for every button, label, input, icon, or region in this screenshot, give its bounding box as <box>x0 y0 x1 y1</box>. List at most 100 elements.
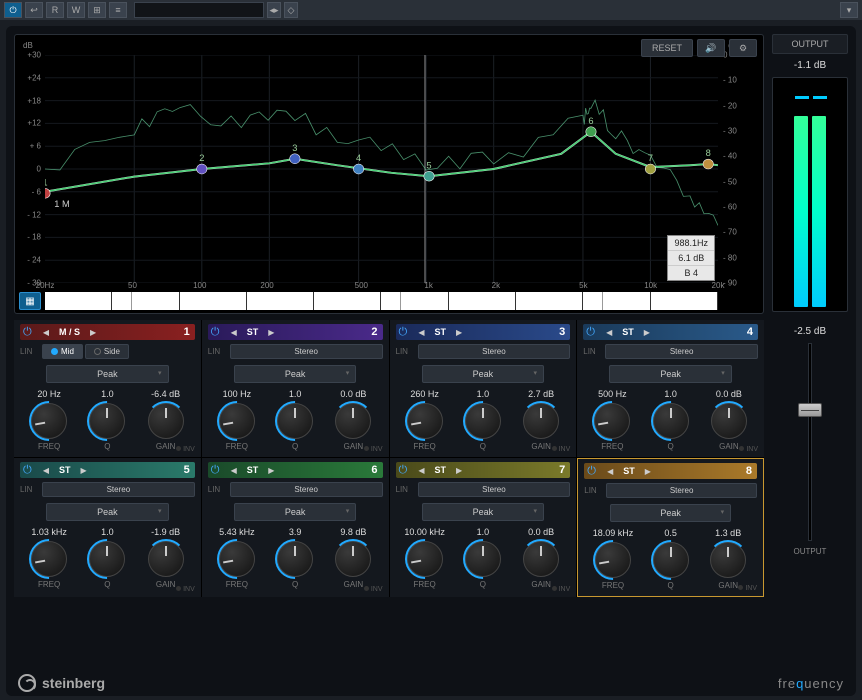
gain-value[interactable]: 9.8 dB <box>324 527 382 537</box>
gain-value[interactable]: -6.4 dB <box>137 389 195 399</box>
write-button[interactable]: W <box>67 2 85 18</box>
slider-thumb[interactable] <box>798 403 822 417</box>
lin-button[interactable]: LIN <box>396 347 416 356</box>
mode-next-button[interactable]: ▶ <box>643 467 653 476</box>
gain-knob[interactable] <box>711 403 747 439</box>
menu-button[interactable]: ≡ <box>109 2 127 18</box>
q-knob[interactable] <box>465 541 501 577</box>
power-button[interactable]: ⏻ <box>4 2 22 18</box>
mode-prev-button[interactable]: ◀ <box>41 328 51 337</box>
freq-value[interactable]: 1.03 kHz <box>20 527 78 537</box>
freq-value[interactable]: 10.00 kHz <box>396 527 454 537</box>
settings-button[interactable]: ⚙ <box>729 39 757 57</box>
mode-prev-button[interactable]: ◀ <box>604 328 614 337</box>
mode-next-button[interactable]: ▶ <box>642 328 652 337</box>
band-power-button[interactable]: ⏻ <box>399 325 413 339</box>
stereo-button[interactable]: Stereo <box>605 344 758 359</box>
gain-value[interactable]: 0.0 dB <box>700 389 758 399</box>
gain-knob[interactable] <box>523 403 559 439</box>
filter-type-select[interactable]: Peak <box>234 365 356 383</box>
close-button[interactable]: ▾ <box>840 2 858 18</box>
undo-button[interactable]: ↩ <box>25 2 43 18</box>
q-value[interactable]: 1.0 <box>266 389 324 399</box>
mode-prev-button[interactable]: ◀ <box>605 467 615 476</box>
stereo-button[interactable]: Stereo <box>230 482 383 497</box>
inv-button[interactable]: INV <box>550 446 571 453</box>
freq-knob[interactable] <box>594 403 630 439</box>
keyboard-toggle[interactable]: ▦ <box>19 292 41 310</box>
mode-prev-button[interactable]: ◀ <box>417 328 427 337</box>
stereo-button[interactable]: Stereo <box>42 482 195 497</box>
spectrum-display[interactable]: RESET 🔊 ⚙ dB +30+24+18+12+ 60- 6- 12- 18… <box>14 34 764 314</box>
filter-type-select[interactable]: Peak <box>610 504 731 522</box>
output-gain-value[interactable]: -2.5 dB <box>772 320 848 343</box>
mode-next-button[interactable]: ▶ <box>454 466 464 475</box>
side-button[interactable]: Side <box>85 344 129 359</box>
preset-select[interactable] <box>134 2 264 18</box>
freq-knob[interactable] <box>407 403 443 439</box>
mode-next-button[interactable]: ▶ <box>454 328 464 337</box>
ab-button[interactable]: ⊞ <box>88 2 106 18</box>
freq-knob[interactable] <box>31 403 67 439</box>
inv-button[interactable]: INV <box>737 446 758 453</box>
mode-prev-button[interactable]: ◀ <box>41 466 51 475</box>
band-power-button[interactable]: ⏻ <box>211 463 225 477</box>
q-value[interactable]: 1.0 <box>454 389 512 399</box>
inv-button[interactable]: INV <box>362 446 383 453</box>
output-gain-slider[interactable] <box>808 343 812 541</box>
gain-knob[interactable] <box>523 541 559 577</box>
stereo-button[interactable]: Stereo <box>418 344 571 359</box>
freq-knob[interactable] <box>595 542 631 578</box>
inv-button[interactable]: INV <box>362 586 383 593</box>
mode-prev-button[interactable]: ◀ <box>417 466 427 475</box>
band-power-button[interactable]: ⏻ <box>23 463 37 477</box>
q-value[interactable]: 3.9 <box>266 527 324 537</box>
q-knob[interactable] <box>89 403 125 439</box>
q-value[interactable]: 1.0 <box>454 527 512 537</box>
freq-knob[interactable] <box>219 541 255 577</box>
freq-value[interactable]: 500 Hz <box>583 389 641 399</box>
gain-knob[interactable] <box>148 403 184 439</box>
filter-type-select[interactable]: Peak <box>422 503 544 521</box>
inv-button[interactable]: INV <box>550 586 571 593</box>
q-knob[interactable] <box>465 403 501 439</box>
freq-value[interactable]: 5.43 kHz <box>208 527 266 537</box>
freq-value[interactable]: 100 Hz <box>208 389 266 399</box>
output-peak-value[interactable]: -1.1 dB <box>772 54 848 77</box>
audition-button[interactable]: 🔊 <box>697 39 725 57</box>
freq-value[interactable]: 260 Hz <box>396 389 454 399</box>
q-value[interactable]: 1.0 <box>78 389 136 399</box>
eq-graph[interactable]: 123456781 M <box>45 55 718 283</box>
mode-next-button[interactable]: ▶ <box>79 466 89 475</box>
gain-knob[interactable] <box>335 403 371 439</box>
gain-knob[interactable] <box>335 541 371 577</box>
freq-knob[interactable] <box>407 541 443 577</box>
q-value[interactable]: 1.0 <box>78 527 136 537</box>
mode-prev-button[interactable]: ◀ <box>229 328 239 337</box>
q-knob[interactable] <box>653 542 689 578</box>
band-power-button[interactable]: ⏻ <box>211 325 225 339</box>
band-power-button[interactable]: ⏻ <box>399 463 413 477</box>
filter-type-select[interactable]: Peak <box>609 365 731 383</box>
filter-type-select[interactable]: Peak <box>422 365 544 383</box>
gain-value[interactable]: 0.0 dB <box>324 389 382 399</box>
preset-prev-button[interactable]: ◂▸ <box>267 2 281 18</box>
mode-next-button[interactable]: ▶ <box>266 466 276 475</box>
freq-value[interactable]: 20 Hz <box>20 389 78 399</box>
lin-button[interactable]: LIN <box>208 485 228 494</box>
q-knob[interactable] <box>89 541 125 577</box>
inv-button[interactable]: INV <box>174 446 195 453</box>
freq-knob[interactable] <box>219 403 255 439</box>
inv-button[interactable]: INV <box>736 585 757 592</box>
preset-diamond-button[interactable]: ◇ <box>284 2 298 18</box>
band-power-button[interactable]: ⏻ <box>586 325 600 339</box>
stereo-button[interactable]: Stereo <box>418 482 571 497</box>
gain-value[interactable]: 0.0 dB <box>512 527 570 537</box>
q-value[interactable]: 0.5 <box>642 528 700 538</box>
read-button[interactable]: R <box>46 2 64 18</box>
band-power-button[interactable]: ⏻ <box>587 464 601 478</box>
gain-value[interactable]: 1.3 dB <box>699 528 757 538</box>
band-power-button[interactable]: ⏻ <box>23 325 37 339</box>
stereo-button[interactable]: Stereo <box>230 344 383 359</box>
filter-type-select[interactable]: Peak <box>46 365 168 383</box>
